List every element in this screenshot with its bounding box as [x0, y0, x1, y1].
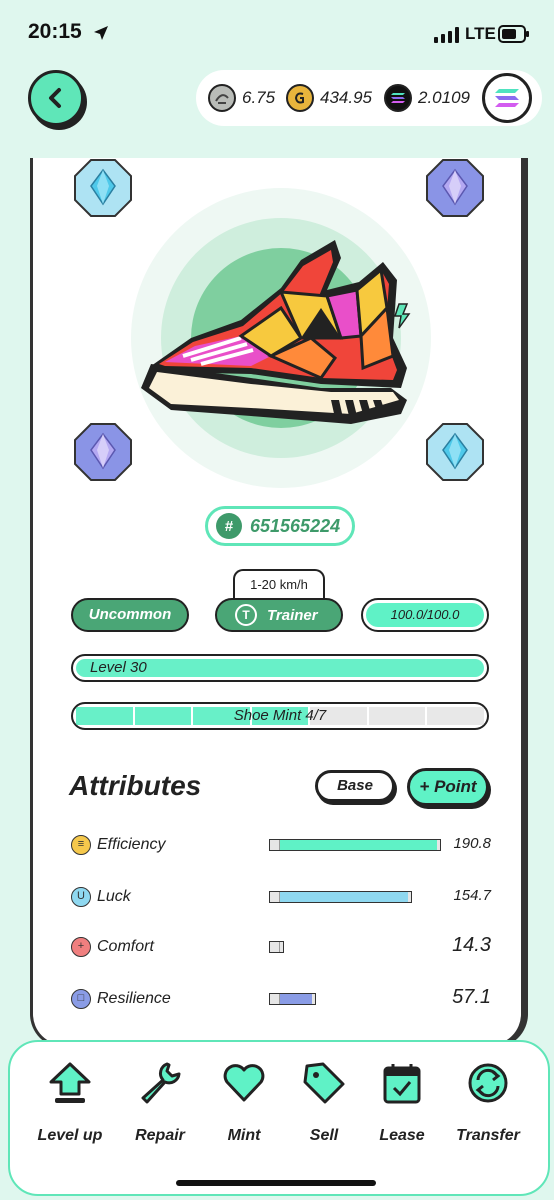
sneaker-image	[131, 188, 431, 488]
shoe-mint-bar: Shoe Mint 4/7	[71, 702, 489, 730]
sneaker-type-badge: T Trainer	[215, 598, 343, 632]
location-arrow-icon	[94, 26, 108, 40]
solana-icon	[384, 84, 412, 112]
action-label: Lease	[379, 1127, 425, 1144]
home-indicator[interactable]	[176, 1180, 376, 1186]
trainer-icon: T	[235, 604, 257, 626]
attribute-bar-fill	[280, 994, 312, 1004]
status-bar: 20:15 LTE	[0, 0, 554, 64]
attribute-bar	[269, 891, 412, 903]
balance-gmt[interactable]: 434.95	[286, 83, 372, 113]
back-button[interactable]	[28, 70, 84, 126]
balance-value: 434.95	[320, 88, 372, 107]
currency-balances: 6.75 434.95 2.0109	[196, 70, 542, 126]
attributes-title: Attributes	[69, 770, 202, 801]
attribute-row-resilience: □ Resilience 57.1	[71, 984, 491, 1014]
price-tag-icon	[303, 1062, 345, 1104]
sneaker-id: 651565224	[250, 515, 341, 536]
action-label: Transfer	[456, 1127, 520, 1144]
sell-button[interactable]: Sell	[284, 1060, 364, 1145]
transfer-button[interactable]: Transfer	[448, 1060, 528, 1145]
action-label: Repair	[135, 1127, 185, 1144]
attribute-bar	[269, 941, 284, 953]
wrench-icon	[141, 1062, 181, 1104]
signal-icon	[434, 27, 459, 43]
luck-icon: U	[71, 887, 91, 907]
attribute-value: 154.7	[453, 887, 491, 904]
attribute-name: Efficiency	[97, 836, 166, 853]
sneaker-card: # 651565224 1-20 km/h Uncommon T Trainer…	[30, 158, 524, 1048]
network-label: LTE	[465, 24, 496, 43]
gem-socket-icon[interactable]	[73, 158, 133, 218]
level-label: Level 30	[76, 659, 484, 677]
sneaker-type-label: Trainer	[267, 606, 318, 624]
attribute-name: Luck	[97, 888, 131, 905]
balance-value: 2.0109	[418, 88, 470, 107]
resilience-icon: □	[71, 989, 91, 1009]
action-bar: Level up Repair Mint Sell Lease Transfer	[8, 1040, 550, 1196]
shoe-mint-label: Shoe Mint 4/7	[233, 707, 327, 724]
attribute-value: 190.8	[453, 835, 491, 852]
wallet-chain-button[interactable]	[482, 73, 532, 123]
gold-token-icon	[286, 84, 314, 112]
speed-range-tag: 1-20 km/h	[233, 569, 325, 599]
lease-button[interactable]: Lease	[362, 1060, 442, 1145]
attribute-name: Comfort	[97, 938, 154, 955]
solana-icon	[495, 89, 519, 107]
mint-button[interactable]: Mint	[204, 1060, 284, 1145]
attribute-row-comfort: + Comfort 14.3	[71, 932, 491, 962]
balance-sol[interactable]: 2.0109	[384, 83, 470, 113]
durability-bar: 100.0/100.0	[361, 598, 489, 632]
attribute-name: Resilience	[97, 990, 171, 1007]
add-point-button[interactable]: + Point	[407, 768, 489, 806]
hash-icon: #	[216, 513, 242, 539]
comfort-icon: +	[71, 937, 91, 957]
sneaker-id-badge[interactable]: # 651565224	[205, 506, 355, 546]
attribute-bar	[269, 993, 316, 1005]
attribute-value: 57.1	[452, 986, 491, 1008]
heart-icon	[223, 1064, 265, 1102]
gem-socket-icon[interactable]	[425, 158, 485, 218]
attribute-row-luck: U Luck 154.7	[71, 882, 491, 912]
chevron-left-icon	[49, 88, 61, 108]
level-bar: Level 30	[71, 654, 489, 682]
balance-value: 6.75	[242, 88, 276, 107]
durability-fill: 100.0/100.0	[366, 603, 484, 627]
repair-button[interactable]: Repair	[120, 1060, 200, 1145]
attribute-bar-fill	[280, 892, 408, 902]
level-up-button[interactable]: Level up	[30, 1060, 110, 1145]
attribute-bar	[269, 839, 441, 851]
calendar-icon	[383, 1064, 421, 1104]
gem-socket-icon[interactable]	[73, 422, 133, 482]
level-up-arrow-icon	[49, 1062, 91, 1103]
green-token-icon	[208, 84, 236, 112]
rarity-badge: Uncommon	[71, 598, 189, 632]
attribute-value: 14.3	[452, 934, 491, 956]
gem-socket-icon[interactable]	[425, 422, 485, 482]
balance-gst[interactable]: 6.75	[208, 83, 275, 113]
status-time: 20:15	[28, 20, 82, 43]
attribute-row-efficiency: ≡ Efficiency 190.8	[71, 830, 491, 860]
action-label: Level up	[37, 1127, 103, 1144]
action-label: Mint	[227, 1127, 261, 1144]
base-button[interactable]: Base	[315, 770, 395, 802]
battery-icon	[498, 25, 529, 43]
transfer-icon	[468, 1063, 508, 1103]
attribute-bar-fill	[280, 840, 437, 850]
action-label: Sell	[309, 1127, 339, 1144]
efficiency-icon: ≡	[71, 835, 91, 855]
